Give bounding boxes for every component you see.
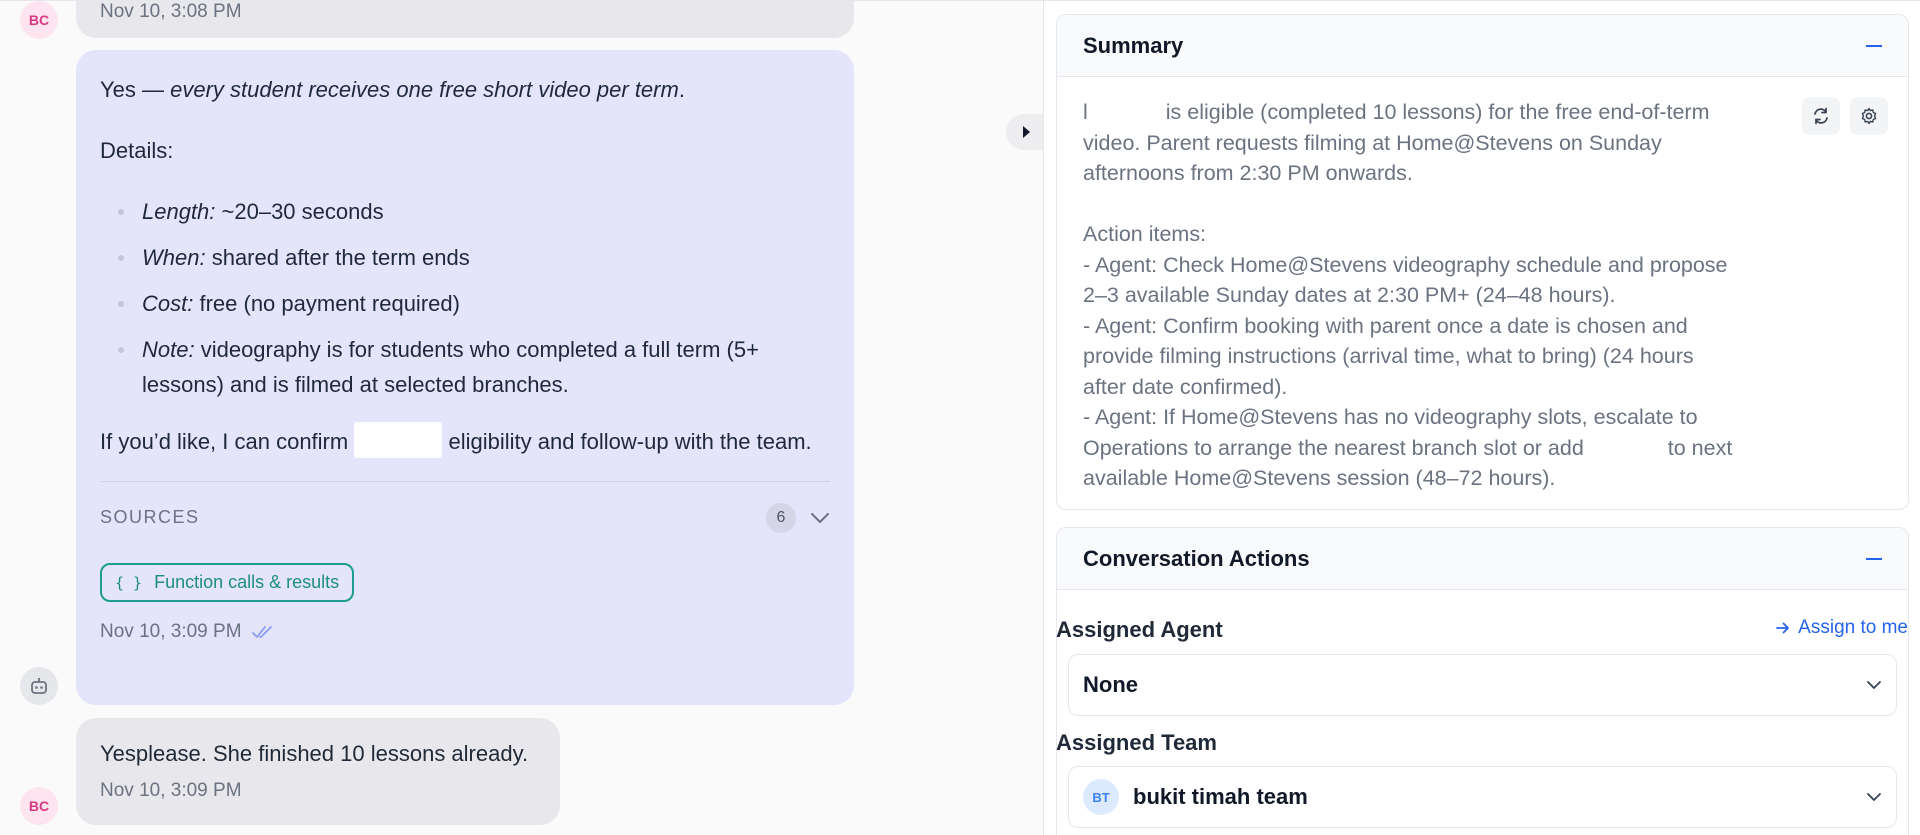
function-calls-button[interactable]: { } Function calls & results (100, 563, 355, 602)
chevron-down-icon (1867, 681, 1881, 689)
timestamp-text: Nov 10, 3:09 PM (100, 780, 242, 801)
list-item: Cost: free (no payment required) (118, 286, 830, 321)
summary-line: l is eligible (completed 10 lessons) for… (1083, 97, 1882, 128)
bullet-text: shared after the term ends (205, 245, 470, 270)
summary-tools (1802, 97, 1888, 135)
summary-line: 2–3 available Sunday dates at 2:30 PM+ (… (1083, 283, 1616, 307)
summary-blank-line (1083, 189, 1882, 220)
intro-suffix: . (678, 77, 685, 102)
intro-prefix: Yes — (100, 77, 171, 102)
redacted-name (1589, 434, 1662, 461)
summary-line: video. Parent requests filming at Home@S… (1083, 130, 1662, 155)
conversation-actions-header[interactable]: Conversation Actions (1057, 528, 1908, 590)
robot-icon (31, 678, 47, 694)
arrow-right-icon (1776, 622, 1790, 634)
details-panel: Summary l is eligible (completed 10 less… (1043, 0, 1920, 835)
summary-header[interactable]: Summary (1057, 15, 1908, 77)
team-avatar: BT (1083, 779, 1119, 815)
assign-to-me-link[interactable]: Assign to me (1776, 617, 1908, 639)
summary-settings-button[interactable] (1850, 97, 1888, 135)
assigned-agent-label: Assigned Agent (1056, 617, 1223, 642)
user-avatar: BC (20, 787, 58, 825)
assigned-team-select[interactable]: BT bukit timah team (1068, 766, 1897, 828)
bot-intro: Yes — every student receives one free sh… (100, 72, 830, 107)
details-list: Length: ~20–30 seconds When: shared afte… (118, 194, 830, 402)
summary-line: afternoons from 2:30 PM onwards. (1083, 161, 1413, 185)
list-item: Note: videography is for students who co… (118, 332, 830, 402)
chat-pane: BC Nov 10, 3:08 PM Yes — every student r… (0, 0, 1043, 835)
chevron-down-icon[interactable] (810, 512, 830, 524)
bot-avatar (20, 667, 58, 705)
timestamp-text: Nov 10, 3:09 PM (100, 621, 242, 642)
refresh-icon (1814, 107, 1828, 125)
summary-body: l is eligible (completed 10 lessons) for… (1057, 77, 1908, 509)
avatar-initials: BC (28, 798, 50, 814)
message-timestamp: Nov 10, 3:09 PM (100, 614, 830, 649)
bullet-text: free (no payment required) (193, 291, 460, 316)
assigned-team-value: bukit timah team (1133, 784, 1308, 809)
bullet-key: When: (142, 245, 206, 270)
message-bubble-user: Nov 10, 3:08 PM (76, 1, 854, 38)
bullet-text: videography is for students who complete… (142, 337, 759, 397)
divider (100, 481, 830, 482)
summary-line: provide filming instructions (arrival ti… (1083, 344, 1694, 368)
panel-collapse-toggle[interactable] (1006, 114, 1043, 150)
confirm-suffix: eligibility and follow-up with the team. (448, 429, 812, 454)
collapse-minus-icon[interactable] (1866, 557, 1882, 560)
gear-icon (1861, 107, 1877, 125)
message-bubble-user: Yesplease. She finished 10 lessons alrea… (76, 718, 560, 825)
sources-label: SOURCES (100, 507, 200, 527)
conversation-actions-title: Conversation Actions (1083, 545, 1310, 571)
double-check-icon (251, 625, 272, 638)
timestamp-text: Nov 10, 3:08 PM (100, 1, 242, 22)
summary-line: Action items: (1083, 222, 1207, 246)
user-avatar: BC (20, 1, 58, 39)
bullet-key: Cost: (142, 291, 194, 316)
summary-line: - Agent: If Home@Stevens has no videogra… (1083, 405, 1698, 429)
redacted-name (1087, 99, 1160, 125)
refresh-summary-button[interactable] (1802, 97, 1840, 135)
summary-line: - Agent: Check Home@Stevens videography … (1083, 252, 1728, 277)
assigned-team-label: Assigned Team (1056, 730, 1217, 755)
message-bubble-bot: Yes — every student receives one free sh… (76, 50, 854, 705)
message-text: Yesplease. She finished 10 lessons alrea… (100, 741, 529, 766)
caret-right-icon (1023, 126, 1030, 138)
summary-line: after date confirmed). (1083, 374, 1288, 399)
bullet-text: ~20–30 seconds (215, 199, 384, 224)
confirm-text: If you’d like, I can confirm eligibility… (100, 422, 830, 459)
message-timestamp: Nov 10, 3:08 PM (100, 1, 242, 23)
sources-toggle[interactable]: SOURCES 6 (100, 500, 830, 535)
summary-line: available Home@Stevens session (48–72 ho… (1083, 466, 1556, 490)
collapse-minus-icon[interactable] (1866, 44, 1882, 47)
summary-card: Summary l is eligible (completed 10 less… (1056, 14, 1909, 510)
summary-line: Operations to arrange the nearest branch… (1083, 433, 1882, 464)
assign-to-me-label: Assign to me (1798, 617, 1908, 638)
confirm-prefix: If you’d like, I can confirm (100, 429, 349, 454)
summary-line: - Agent: Confirm booking with parent onc… (1083, 313, 1688, 338)
chevron-down-icon (1867, 793, 1881, 801)
message-timestamp: Nov 10, 3:09 PM (100, 780, 536, 802)
intro-emphasis: every student receives one free short vi… (170, 77, 679, 102)
list-item: Length: ~20–30 seconds (118, 194, 830, 229)
summary-text: Operations to arrange the nearest branch… (1083, 435, 1584, 460)
assigned-agent-value: None (1083, 672, 1138, 697)
braces-icon: { } (115, 573, 143, 592)
assigned-agent-select[interactable]: None (1068, 654, 1897, 716)
team-select-content: BT bukit timah team (1083, 779, 1308, 815)
avatar-initials: BC (28, 12, 50, 28)
summary-text: to next (1667, 435, 1733, 460)
list-item: When: shared after the term ends (118, 240, 830, 275)
summary-title: Summary (1083, 32, 1184, 58)
bullet-key: Length: (142, 199, 216, 224)
sources-count-badge: 6 (766, 502, 796, 533)
details-label: Details: (100, 138, 174, 163)
bullet-key: Note: (142, 337, 195, 362)
redacted-name (354, 422, 443, 458)
summary-text: is eligible (completed 10 lessons) for t… (1165, 100, 1710, 124)
function-calls-label: Function calls & results (154, 572, 340, 592)
